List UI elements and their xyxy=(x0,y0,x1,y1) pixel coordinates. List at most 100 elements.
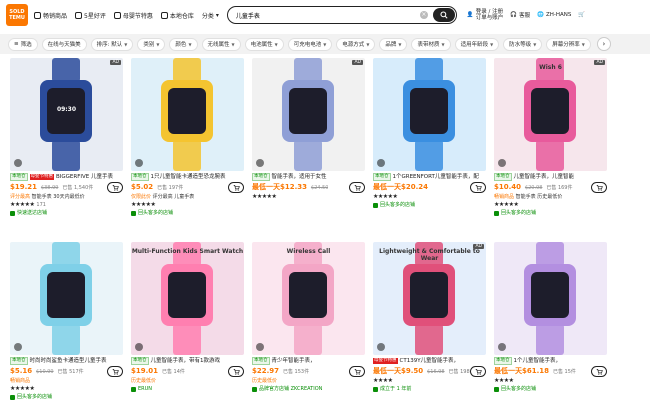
nav-categories[interactable]: 分类 ▾ xyxy=(202,11,219,20)
product-card[interactable]: Wish 6 AD 本地仓 儿童智能手表，儿童智能 $10.40 $20.98 … xyxy=(494,58,607,234)
add-to-cart-button[interactable] xyxy=(591,182,607,193)
language-selector[interactable]: 🌐 ZH-HANS xyxy=(537,12,571,18)
store-badge[interactable]: 回头客多的店铺 xyxy=(10,393,123,401)
nav-local-warehouse[interactable]: 本地仓库 xyxy=(160,11,194,20)
sort-chip[interactable]: 排序: 默认 ▼ xyxy=(90,37,134,51)
product-title[interactable]: 儿童智能手表，带有1款游戏 xyxy=(151,357,221,365)
chip-label: 电源方式 xyxy=(342,42,365,48)
chevron-down-icon: ▼ xyxy=(156,41,160,47)
filter-chip[interactable]: 电源方式 ▼ xyxy=(336,37,376,51)
product-image[interactable]: Wish 6 AD xyxy=(494,58,607,171)
product-image[interactable] xyxy=(494,242,607,355)
filter-chip[interactable]: 适用年龄段 ▼ xyxy=(454,37,500,51)
product-card[interactable]: Multi-Function Kids Smart Watch 本地仓 儿童智能… xyxy=(131,242,244,418)
store-badge[interactable]: 回头客多的店铺 xyxy=(373,201,486,209)
add-to-cart-button[interactable] xyxy=(591,366,607,377)
filter-chip[interactable]: 可充电电池 ▼ xyxy=(287,37,333,51)
nav-best-sellers[interactable]: 畅销商品 xyxy=(34,11,67,20)
store-icon xyxy=(373,386,378,392)
filter-chip[interactable]: 品牌 ▼ xyxy=(379,37,408,51)
play-icon[interactable] xyxy=(256,343,264,351)
product-image[interactable]: 09:30 AD xyxy=(10,58,123,171)
play-icon[interactable] xyxy=(498,343,506,351)
account-menu[interactable]: 👤 登录 / 注册 订单与账户 xyxy=(467,9,503,21)
title-row: 本地仓 母婴节特惠 BIGGERFIVE 儿童手表 xyxy=(10,173,123,181)
filter-chip[interactable]: ≡ 筛选 xyxy=(8,37,38,51)
nav-baby-sale[interactable]: 母婴节特惠 xyxy=(113,11,153,20)
play-icon[interactable] xyxy=(377,343,385,351)
filter-chip[interactable]: 无线属性 ▼ xyxy=(201,37,241,51)
filter-chip[interactable]: 屏幕分辨率 ▼ xyxy=(546,37,591,51)
filter-chip[interactable]: 在线与天猫美 xyxy=(41,37,87,51)
store-badge[interactable]: 成立于 1 年前 xyxy=(373,385,486,393)
add-to-cart-button[interactable] xyxy=(470,366,486,377)
clear-icon[interactable]: × xyxy=(419,11,428,19)
play-icon[interactable] xyxy=(256,159,264,167)
price-row: 最低一天$61.18 已售 15件 xyxy=(494,366,607,377)
product-card[interactable]: 本地仓 1个GREENFORT儿童智能手表，配 最低一天$20.24 ★★★★★… xyxy=(373,58,486,234)
tag-tertiary: 儿童手表 xyxy=(174,194,195,200)
product-title[interactable]: CT139Y儿童智能手表， xyxy=(400,357,460,365)
add-to-cart-button[interactable] xyxy=(349,182,365,193)
product-card[interactable]: AD 本地仓 智能手表，适用于女性 最低一天$12.33 $24.50 ★★★★… xyxy=(252,58,365,234)
store-badge[interactable]: 品牌官方店铺 ZKCREATION xyxy=(252,385,365,393)
product-image[interactable] xyxy=(131,58,244,171)
add-to-cart-button[interactable] xyxy=(228,366,244,377)
play-icon[interactable] xyxy=(135,343,143,351)
product-card[interactable]: Lightweight & Comfortable to Wear AD 母婴节… xyxy=(373,242,486,418)
product-image[interactable]: Lightweight & Comfortable to Wear AD xyxy=(373,242,486,355)
product-image[interactable] xyxy=(373,58,486,171)
play-icon[interactable] xyxy=(14,159,22,167)
temu-logo[interactable]: SOLD TEMU xyxy=(6,4,28,26)
product-card[interactable]: 本地仓 1只儿童智能卡通造型恐龙腕表 $5.02 已售 197件 仅限此价 评分… xyxy=(131,58,244,234)
product-image[interactable] xyxy=(10,242,123,355)
product-info: 本地仓 儿童智能手表，带有1款游戏 $19.01 已售 14件 历史最低价 ER… xyxy=(131,355,244,393)
filter-chip[interactable]: 表带材质 ▼ xyxy=(411,37,451,51)
store-badge[interactable]: 快速送达店铺 xyxy=(10,209,123,217)
product-title[interactable]: 儿童智能手表，儿童智能 xyxy=(514,173,575,181)
play-icon[interactable] xyxy=(377,159,385,167)
product-title[interactable]: 1个儿童智能手表， xyxy=(514,357,562,365)
add-to-cart-button[interactable] xyxy=(349,366,365,377)
product-title[interactable]: 时尚时尚鲨鱼卡通造型儿童手表 xyxy=(30,357,107,365)
filter-chip[interactable]: 类别 ▼ xyxy=(137,37,166,51)
watch-screen xyxy=(531,88,569,134)
sold-count: 已售 153件 xyxy=(282,369,310,375)
store-label: 回头客多的店铺 xyxy=(501,386,537,392)
product-title[interactable]: 1个GREENFORT儿童智能手表，配 xyxy=(393,173,479,181)
filter-chip[interactable]: 颜色 ▼ xyxy=(169,37,198,51)
price-row: 最低一天$9.50 $16.98 已售 198件 xyxy=(373,366,486,377)
search-input[interactable] xyxy=(235,11,416,19)
store-badge[interactable]: 回头客多的店铺 xyxy=(131,209,244,217)
play-icon[interactable] xyxy=(498,159,506,167)
product-title[interactable]: 智能手表，适用于女性 xyxy=(272,173,327,181)
store-icon xyxy=(494,210,499,216)
filter-chip[interactable]: 电池属性 ▼ xyxy=(244,37,284,51)
store-badge[interactable]: 回头客多的店铺 xyxy=(494,209,607,217)
play-icon[interactable] xyxy=(14,343,22,351)
product-card[interactable]: 本地仓 1个儿童智能手表， 最低一天$61.18 已售 15件 ★★★★ 回头客… xyxy=(494,242,607,418)
support-link[interactable]: 🎧 客服 xyxy=(510,11,530,19)
headset-icon: 🎧 xyxy=(510,12,518,18)
product-card[interactable]: Wireless Call 本地仓 青少年智能手表， $22.97 已售 153… xyxy=(252,242,365,418)
filter-chip[interactable]: 防水等级 ▼ xyxy=(503,37,543,51)
product-title[interactable]: 1只儿童智能卡通造型恐龙腕表 xyxy=(151,173,226,181)
nav-five-star[interactable]: 5星好评 xyxy=(75,11,106,20)
product-card[interactable]: 本地仓 时尚时尚鲨鱼卡通造型儿童手表 $5.16 $10.99 已售 517件 … xyxy=(10,242,123,418)
add-to-cart-button[interactable] xyxy=(107,182,123,193)
add-to-cart-button[interactable] xyxy=(228,182,244,193)
product-title[interactable]: 青少年智能手表， xyxy=(272,357,316,365)
add-to-cart-button[interactable] xyxy=(107,366,123,377)
add-to-cart-button[interactable] xyxy=(470,182,486,193)
play-icon[interactable] xyxy=(135,159,143,167)
next-arrow-icon[interactable]: › xyxy=(596,37,611,51)
product-image[interactable]: Wireless Call xyxy=(252,242,365,355)
product-card[interactable]: 09:30 AD 本地仓 母婴节特惠 BIGGERFIVE 儿童手表 $19.2… xyxy=(10,58,123,234)
product-image[interactable]: Multi-Function Kids Smart Watch xyxy=(131,242,244,355)
product-image[interactable]: AD xyxy=(252,58,365,171)
store-badge[interactable]: ERUN xyxy=(131,385,244,393)
store-badge[interactable]: 回头客多的店铺 xyxy=(494,385,607,393)
product-title[interactable]: BIGGERFIVE 儿童手表 xyxy=(56,173,113,181)
cart-button[interactable]: 🛒 xyxy=(578,12,585,18)
search-button[interactable] xyxy=(432,8,455,22)
